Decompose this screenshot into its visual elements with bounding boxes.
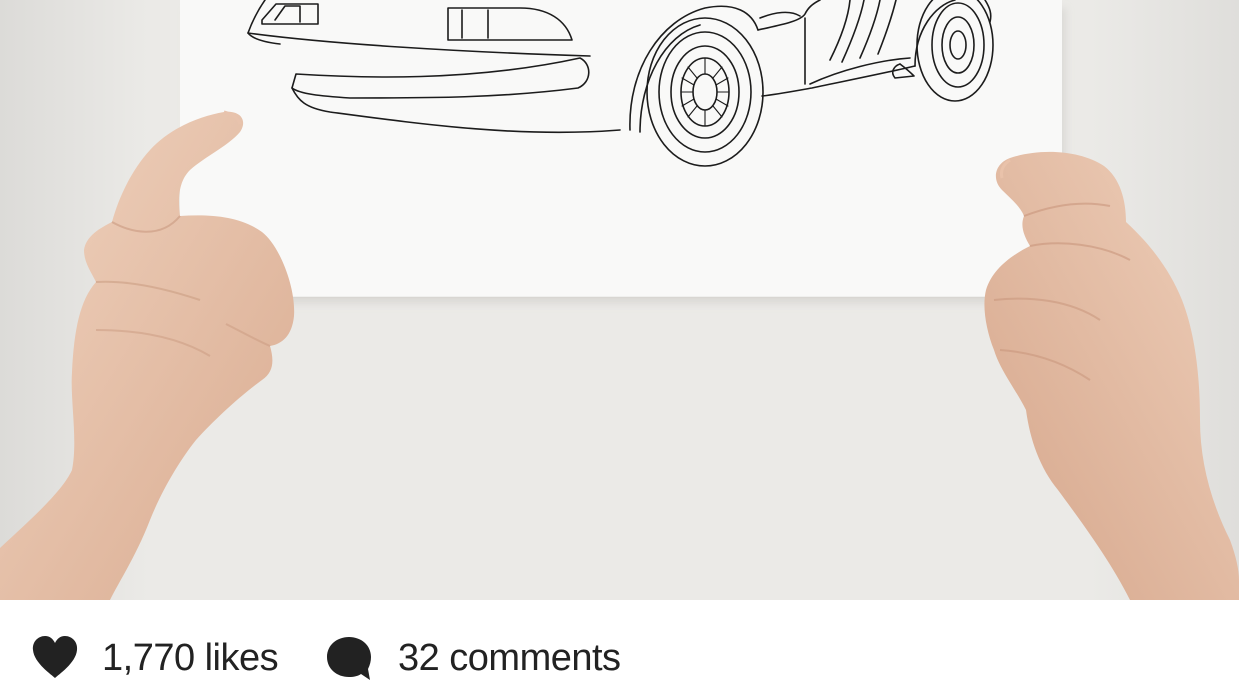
drawing-paper	[180, 0, 1062, 298]
comment-bubble-icon[interactable]	[324, 633, 374, 683]
heart-icon[interactable]	[30, 633, 80, 683]
post-photo[interactable]	[0, 0, 1239, 600]
post-photo-illustration	[0, 0, 1239, 600]
comments-count-label: 32 comments	[398, 639, 621, 677]
likes-button[interactable]: 1,770 likes	[30, 630, 279, 686]
likes-count: 1,770	[102, 637, 195, 679]
likes-count-label: 1,770 likes	[102, 637, 279, 679]
comments-button[interactable]: 32 comments	[324, 630, 621, 686]
comments-count: 32	[398, 637, 440, 679]
comments-unit: comments	[449, 637, 621, 679]
post-stats-bar: 1,770 likes 32 comments	[0, 600, 1239, 700]
post-card: 1,770 likes 32 comments	[0, 0, 1239, 700]
likes-unit: likes	[204, 637, 279, 679]
